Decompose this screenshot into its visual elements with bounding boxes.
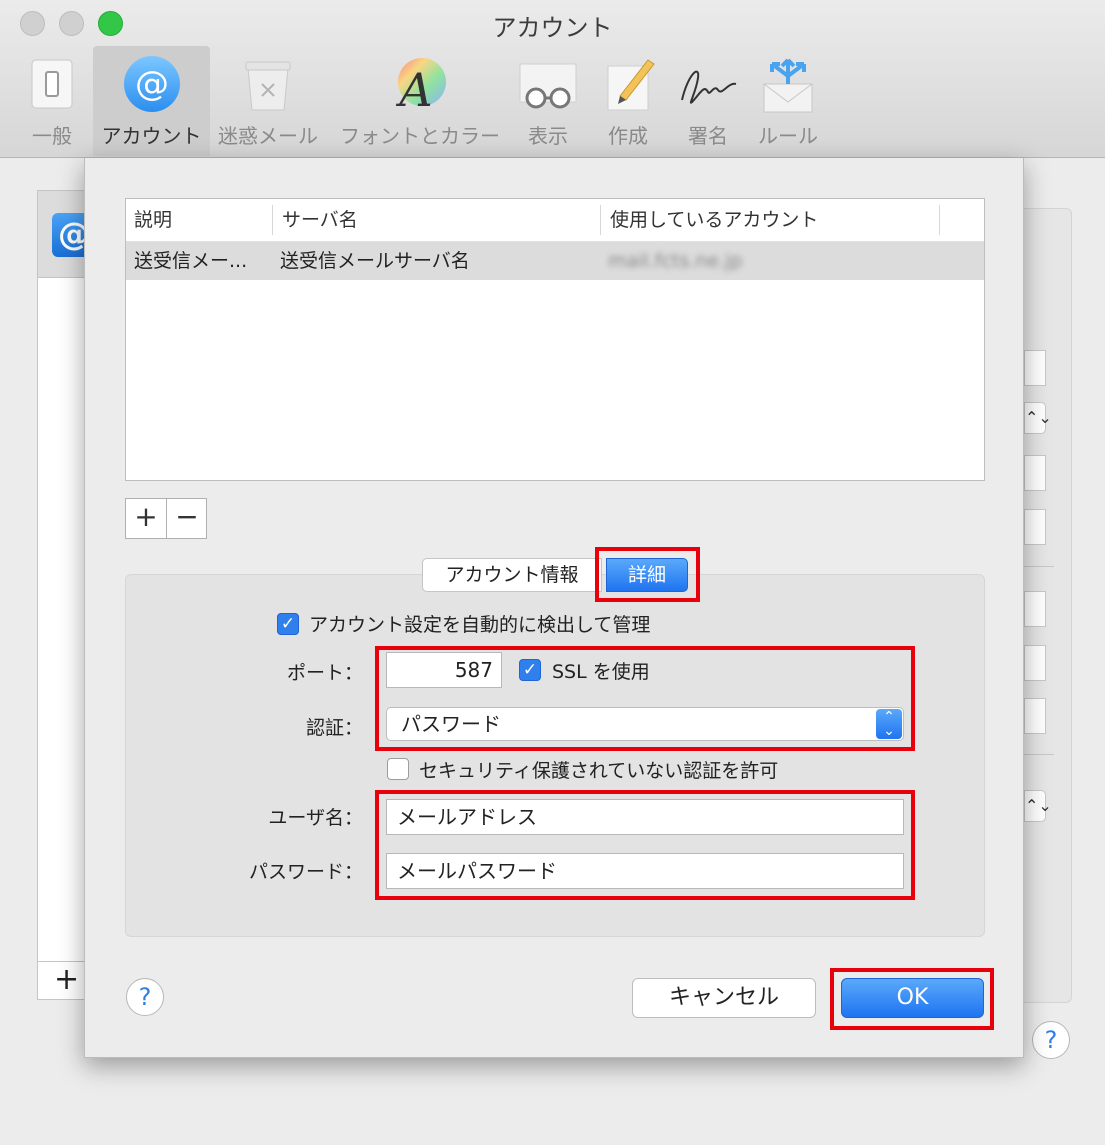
auto-manage-checkbox[interactable]: ✓ xyxy=(277,613,299,635)
tab-account-info[interactable]: アカウント情報 xyxy=(422,558,602,592)
toolbar-label: 表示 xyxy=(528,124,568,148)
cell-description: 送受信メー... xyxy=(134,250,248,272)
password-label: パスワード： xyxy=(248,861,363,883)
auth-label: 認証： xyxy=(305,717,363,739)
table-header: 説明 サーバ名 使用しているアカウント xyxy=(126,199,984,242)
font-color-icon: A xyxy=(395,58,446,114)
bg-separator xyxy=(1024,566,1054,567)
server-list-table: 説明 サーバ名 使用しているアカウント 送受信メー... 送受信メールサーバ名 … xyxy=(125,198,985,481)
bg-popup-stepper[interactable]: ⌃⌄ xyxy=(1024,402,1052,434)
port-label: ポート： xyxy=(286,662,363,684)
toolbar-label: 迷惑メール xyxy=(218,124,318,148)
highlight-port-auth xyxy=(375,646,915,751)
rules-envelope-icon xyxy=(763,58,813,113)
toolbar-label: 作成 xyxy=(608,124,648,148)
bg-separator xyxy=(1024,754,1054,755)
help-button[interactable]: ? xyxy=(126,978,164,1016)
pencil-icon xyxy=(607,59,655,111)
smtp-server-sheet: 説明 サーバ名 使用しているアカウント 送受信メー... 送受信メールサーバ名 … xyxy=(84,158,1024,1058)
bg-field[interactable] xyxy=(1024,350,1046,386)
bg-popup-stepper[interactable]: ⌃⌄ xyxy=(1024,790,1052,822)
svg-text:A: A xyxy=(395,63,432,114)
toolbar-accounts[interactable]: @ アカウント xyxy=(93,46,210,156)
insecure-auth-checkbox[interactable] xyxy=(387,758,409,780)
toolbar-composing[interactable]: 作成 xyxy=(590,46,666,156)
toolbar-junk[interactable]: 迷惑メール xyxy=(212,46,324,156)
table-row[interactable]: 送受信メー... 送受信メールサーバ名 mail.fcts.ne.jp xyxy=(126,242,984,280)
bg-field[interactable] xyxy=(1024,591,1046,627)
general-switch-icon xyxy=(31,59,73,109)
junk-bin-icon xyxy=(245,61,291,111)
column-header-description[interactable]: 説明 xyxy=(126,199,272,242)
toolbar-label: 一般 xyxy=(32,124,72,148)
column-divider xyxy=(600,205,601,235)
add-remove-control: + − xyxy=(125,498,207,539)
toolbar-rules[interactable]: ルール xyxy=(750,46,826,156)
signature-icon xyxy=(681,70,737,104)
remove-server-button[interactable]: − xyxy=(167,499,207,538)
highlight-ok-button xyxy=(830,968,994,1030)
cancel-button[interactable]: キャンセル xyxy=(632,978,816,1018)
svg-text:@: @ xyxy=(135,64,169,104)
insecure-auth-label: セキュリティ保護されていない認証を許可 xyxy=(419,760,779,782)
add-server-button[interactable]: + xyxy=(126,499,166,538)
cell-account: mail.fcts.ne.jp xyxy=(608,250,743,272)
column-divider xyxy=(272,205,273,235)
toolbar-signatures[interactable]: 署名 xyxy=(668,46,748,156)
toolbar-label: フォントとカラー xyxy=(340,124,500,148)
window-titlebar: アカウント 一般 @ アカウント 迷惑メール A フォントとカラー 表示 作成 … xyxy=(0,0,1105,158)
toolbar-viewing[interactable]: 表示 xyxy=(508,46,588,156)
column-divider xyxy=(939,205,940,235)
at-sign-icon: @ xyxy=(123,56,180,112)
column-header-server[interactable]: サーバ名 xyxy=(274,199,600,242)
toolbar-label: アカウント xyxy=(101,124,202,148)
auto-manage-label: アカウント設定を自動的に検出して管理 xyxy=(309,614,651,636)
bg-field[interactable] xyxy=(1024,509,1046,545)
column-header-account[interactable]: 使用しているアカウント xyxy=(602,199,938,242)
toolbar-label: 署名 xyxy=(688,124,728,148)
username-label: ユーザ名： xyxy=(268,807,363,829)
toolbar-fonts-colors[interactable]: A フォントとカラー xyxy=(335,46,505,156)
highlight-advanced-tab xyxy=(595,547,700,602)
bg-field[interactable] xyxy=(1024,645,1046,681)
window-title: アカウント xyxy=(492,14,613,42)
glasses-icon xyxy=(519,63,577,109)
bg-field[interactable] xyxy=(1024,698,1046,734)
toolbar-general[interactable]: 一般 xyxy=(14,46,90,156)
highlight-credentials xyxy=(375,790,915,900)
toolbar-label: ルール xyxy=(758,124,818,148)
cell-server: 送受信メールサーバ名 xyxy=(280,250,470,272)
bg-field[interactable] xyxy=(1024,455,1046,491)
bg-help-button[interactable]: ? xyxy=(1032,1021,1070,1059)
